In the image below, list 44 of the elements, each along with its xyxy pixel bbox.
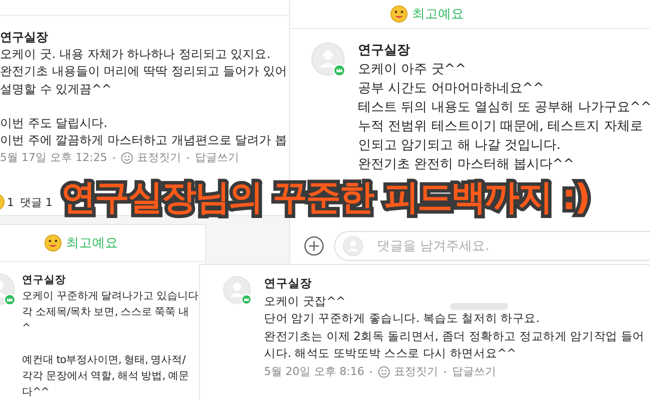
comment-text: 완전기초 내용들이 머리에 딱딱 정리되고 들어가 있어 — [0, 63, 287, 80]
comment-action-link[interactable]: 답글쓰기 — [452, 364, 496, 378]
comment-author: 연구실장 — [264, 275, 312, 292]
comment-author: 연구실장 — [0, 29, 48, 46]
comment-text: 다^^ — [22, 385, 50, 400]
comment-action-link[interactable]: 표정짓기 — [394, 364, 438, 378]
comment-text: 각각 문장에서 역할, 해석 방법, 예문 — [22, 369, 189, 384]
comment-text: 공부 시간도 어마어마하네요^^ — [358, 80, 544, 98]
smiley-icon — [378, 366, 390, 378]
reaction-label: 최고예요 — [412, 6, 464, 23]
comment-text: 이번 주도 달립시다. — [0, 115, 108, 132]
comment-text: 예컨대 to부정사이면, 형태, 명사적/ — [22, 353, 186, 368]
comment-count[interactable]: 댓글 1 — [20, 194, 52, 210]
comment-text: 오케이 아주 굿^^ — [358, 61, 466, 79]
reaction-label: 최고예요 — [66, 235, 118, 252]
comment-text: 각 소제목/목차 보면, 스스로 쭉쭉 내 — [22, 305, 190, 320]
comment-text: 인되고 암기되고 해 나갈 것입니다. — [358, 137, 561, 155]
comment-author: 연구실장 — [358, 42, 410, 60]
like-count: 1 — [7, 196, 14, 208]
comment-text: 완전기초는 이제 2회독 돌리면서, 좀더 정확하고 정교하게 암기작업 들어 — [264, 328, 644, 344]
comment-text: 오케이 굿잡^^ — [264, 292, 346, 310]
comment-text: 테스트 뒤의 내용도 열심히 또 공부해 나가구요^^ — [358, 99, 650, 117]
add-icon[interactable] — [304, 236, 324, 256]
comment-author: 연구실장 — [22, 273, 66, 288]
emoji-icon — [390, 5, 408, 23]
smiley-icon — [121, 152, 134, 164]
comment-text: 오케이 굿. 내용 자체가 하나하나 정리되고 있지요. — [0, 46, 271, 64]
banner-caption: 연구실장님의 꾸준한 피드백까지 :) — [60, 177, 590, 220]
comment-text: 오케이 꾸준하게 달려나가고 있습니다 — [22, 289, 199, 304]
comment-text: 완전기초 완전히 마스터해 봅시다^^ — [358, 156, 574, 174]
comment-text: 단어 암기 꾸준하게 좋습니다. 복습도 철저히 하구요. — [264, 310, 540, 327]
comment-time: 5월 20일 오후 8:16 — [264, 364, 364, 378]
comment-action-link[interactable]: 답글쓰기 — [195, 151, 240, 166]
comment-text: ^ — [22, 321, 30, 336]
comment-text: 이번 주에 깔끔하게 마스터하고 개념편으로 달려가 봅 — [0, 132, 287, 150]
emoji-icon — [44, 234, 62, 252]
comment-text: 설명할 수 있게끔^^ — [0, 80, 112, 98]
comment-time: 5월 17일 오후 12:25 — [0, 151, 108, 166]
comment-input-field[interactable]: 댓글을 남겨주세요. — [334, 231, 650, 261]
comment-text: 시다. 해석도 또박또박 스스로 다시 하면서요^^ — [264, 345, 516, 362]
avatar-icon — [342, 235, 364, 257]
comment-text: 누적 전범위 테스트이기 때문에, 테스트지 자체로 — [358, 118, 643, 136]
scrollbar-thumb[interactable] — [450, 303, 508, 310]
comment-action-link[interactable]: 표정짓기 — [137, 151, 182, 166]
